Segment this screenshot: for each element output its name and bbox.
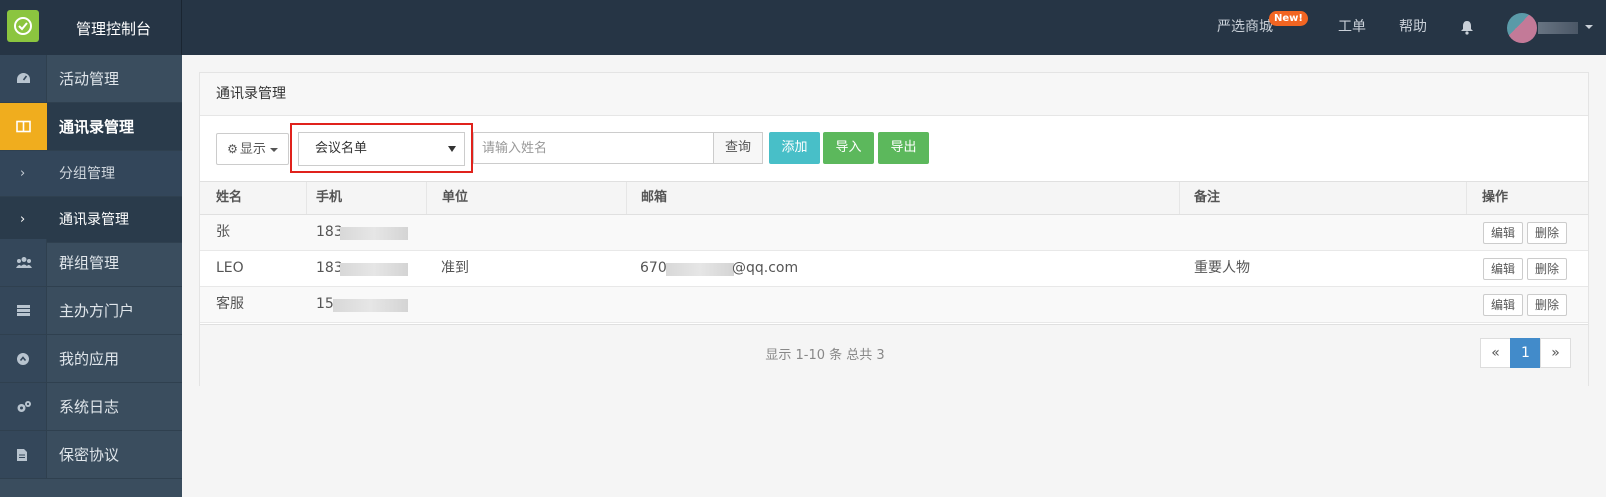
header-actions: 操作 <box>1482 190 1509 205</box>
sidebar-item-my-apps[interactable]: 我的应用 <box>0 335 182 383</box>
add-button[interactable]: 添加 <box>769 132 820 164</box>
import-button[interactable]: 导入 <box>823 132 874 164</box>
book-icon <box>16 120 31 133</box>
file-icon <box>17 449 27 461</box>
sidebar-item-label: 群组管理 <box>59 254 120 272</box>
sidebar-subitem-groups[interactable]: › 分组管理 <box>0 151 182 197</box>
clock-logo-icon <box>7 10 39 42</box>
redacted-phone <box>340 263 408 276</box>
page-1-button[interactable]: 1 <box>1510 338 1541 368</box>
bell-icon[interactable] <box>1460 20 1474 39</box>
query-button[interactable]: 查询 <box>713 132 763 164</box>
list-select[interactable]: 会议名单 <box>298 132 465 166</box>
sidebar-item-groups[interactable]: 群组管理 <box>0 239 182 287</box>
dashboard-icon <box>17 73 30 83</box>
avatar[interactable] <box>1507 13 1537 43</box>
help-link[interactable]: 帮助 <box>1399 0 1427 55</box>
panel-header: 通讯录管理 <box>200 73 1588 116</box>
export-button[interactable]: 导出 <box>878 132 929 164</box>
logo[interactable] <box>0 0 46 55</box>
page-title: 通讯录管理 <box>216 86 286 102</box>
edit-button[interactable]: 编辑 <box>1483 258 1523 280</box>
edit-button[interactable]: 编辑 <box>1483 294 1523 316</box>
display-columns-button[interactable]: ⚙ 显示 <box>216 133 289 165</box>
sidebar-item-label: 活动管理 <box>59 70 120 88</box>
cell-note: 重要人物 <box>1194 260 1250 276</box>
sidebar-item-label: 主办方门户 <box>59 302 135 320</box>
table-footer: 显示 1-10 条 总共 3 « 1 » <box>200 324 1588 386</box>
sidebar: 活动管理 通讯录管理 › 分组管理 › 通讯录管理 群组管理 主办方门户 我的应… <box>0 55 182 497</box>
display-label: 显示 <box>239 142 266 157</box>
chevron-right-icon: › <box>20 212 26 227</box>
table-header: 姓名 手机 单位 邮箱 备注 操作 <box>200 181 1588 215</box>
prev-page-button[interactable]: « <box>1480 338 1511 368</box>
sidebar-item-label: 保密协议 <box>59 446 120 464</box>
caret-down-icon <box>269 147 278 152</box>
sidebar-subitem-label: 通讯录管理 <box>59 212 129 228</box>
table-row: 张 183 编辑 删除 <box>200 215 1588 251</box>
sidebar-subitem-contacts[interactable]: › 通讯录管理 <box>0 197 182 243</box>
cell-name: 张 <box>216 224 230 240</box>
app-title: 管理控制台 <box>46 0 182 55</box>
top-bar: 管理控制台 严选商城 New! 工单 帮助 <box>0 0 1606 55</box>
header-note[interactable]: 备注 <box>1194 182 1220 214</box>
server-icon <box>17 305 30 316</box>
chevron-down-icon <box>448 146 456 152</box>
sidebar-item-contacts[interactable]: 通讯录管理 <box>0 103 182 151</box>
cell-email-prefix: 670 <box>640 260 667 276</box>
gear-icon: ⚙ <box>227 142 238 156</box>
sidebar-item-label: 我的应用 <box>59 350 120 368</box>
sidebar-item-system-log[interactable]: 系统日志 <box>0 383 182 431</box>
delete-button[interactable]: 删除 <box>1527 222 1567 244</box>
store-link[interactable]: 严选商城 <box>1217 0 1273 55</box>
redacted-email <box>666 263 734 276</box>
sidebar-item-label: 系统日志 <box>59 398 120 416</box>
edit-button[interactable]: 编辑 <box>1483 222 1523 244</box>
header-email[interactable]: 邮箱 <box>641 182 667 214</box>
next-page-button[interactable]: » <box>1540 338 1571 368</box>
list-select-value: 会议名单 <box>315 141 368 156</box>
cell-email-suffix: @qq.com <box>732 260 799 276</box>
cell-phone: 183 <box>316 260 343 276</box>
header-phone[interactable]: 手机 <box>316 182 342 214</box>
chevron-right-icon: › <box>20 166 26 181</box>
table-row: 客服 15 编辑 删除 <box>200 287 1588 323</box>
cell-name: LEO <box>216 260 244 276</box>
delete-button[interactable]: 删除 <box>1527 258 1567 280</box>
app-icon <box>17 353 29 365</box>
header-name[interactable]: 姓名 <box>216 182 242 214</box>
sidebar-item-nda[interactable]: 保密协议 <box>0 431 182 479</box>
cell-name: 客服 <box>216 296 244 312</box>
sidebar-item-activity[interactable]: 活动管理 <box>0 55 182 103</box>
users-icon <box>16 257 32 268</box>
page-info: 显示 1-10 条 总共 3 <box>765 348 885 363</box>
table-row: LEO 183 准到 670 @qq.com 重要人物 编辑 删除 <box>200 251 1588 287</box>
name-search-input[interactable] <box>473 132 714 164</box>
gears-icon <box>17 401 31 412</box>
new-badge: New! <box>1269 11 1308 26</box>
sidebar-subitem-label: 分组管理 <box>59 166 115 182</box>
cell-phone: 15 <box>316 296 334 312</box>
ticket-link[interactable]: 工单 <box>1338 0 1366 55</box>
sidebar-item-label: 通讯录管理 <box>59 118 135 136</box>
delete-button[interactable]: 删除 <box>1527 294 1567 316</box>
cell-phone: 183 <box>316 224 343 240</box>
user-menu-caret-icon[interactable] <box>1585 25 1593 29</box>
header-company[interactable]: 单位 <box>442 182 468 214</box>
sidebar-item-organizer-portal[interactable]: 主办方门户 <box>0 287 182 335</box>
username-redacted[interactable] <box>1538 22 1578 34</box>
redacted-phone <box>333 299 408 312</box>
cell-company: 准到 <box>441 260 469 276</box>
redacted-phone <box>340 227 408 240</box>
